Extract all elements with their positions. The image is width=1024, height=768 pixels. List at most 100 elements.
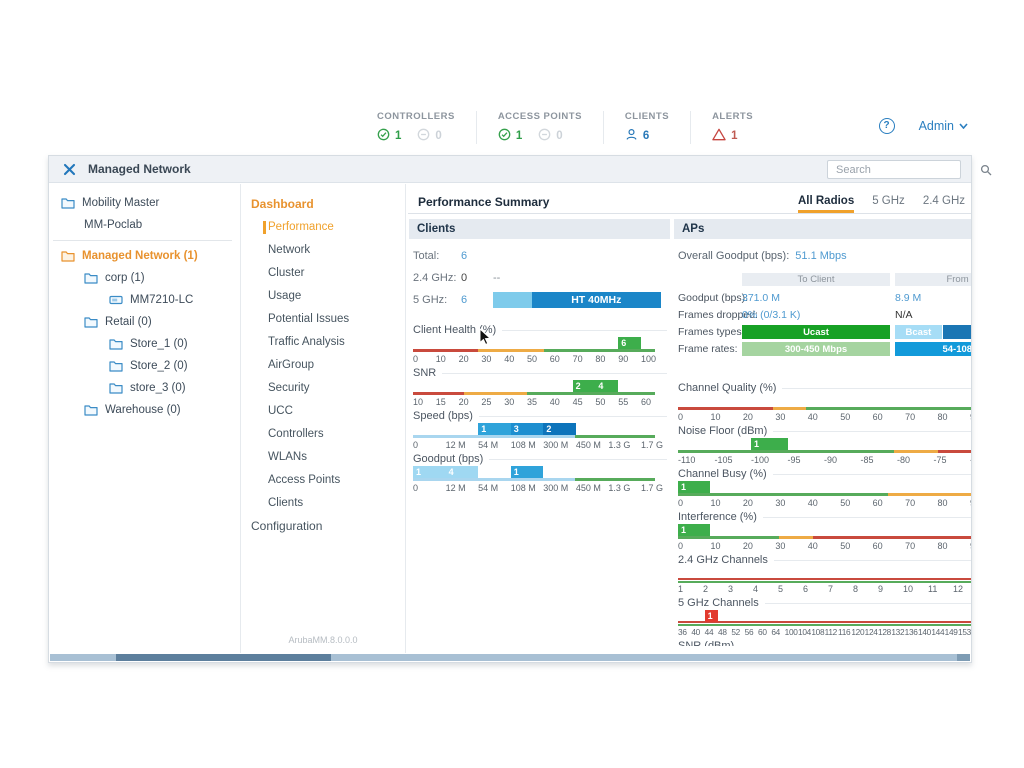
histogram-noise-floor-dbm: Noise Floor (dBm)1-110-105-100-95-90-85-… bbox=[678, 424, 971, 466]
histogram-bar: 1 bbox=[678, 481, 710, 493]
counter-value: 0 bbox=[556, 130, 562, 142]
histogram-title: SNR (dBm) bbox=[678, 640, 734, 646]
nav-item-security[interactable]: Security bbox=[241, 377, 405, 400]
band-usage-bar: HT 40MHz bbox=[493, 292, 661, 308]
main-panel: Performance Summary All Radios 5 GHz 2.4… bbox=[406, 184, 971, 653]
clients-row-5-ghz: 5 GHz:6HT 40MHz bbox=[413, 289, 670, 311]
histogram-title: Speed (bps) bbox=[413, 410, 473, 422]
nav-item-airgroup[interactable]: AirGroup bbox=[241, 354, 405, 377]
counter-label: CONTROLLERS bbox=[377, 111, 455, 122]
histogram-title: Channel Quality (%) bbox=[678, 382, 776, 394]
nav-item-network[interactable]: Network bbox=[241, 239, 405, 262]
tab-5ghz[interactable]: 5 GHz bbox=[872, 191, 905, 213]
counter-alerts[interactable]: ALERTS1 bbox=[690, 111, 774, 144]
axis-tick: 1.7 G bbox=[641, 440, 663, 450]
tab-24ghz[interactable]: 2.4 GHz bbox=[923, 191, 965, 213]
axis-tick: 35 bbox=[527, 397, 537, 407]
row-label: Frame rates: bbox=[678, 343, 742, 355]
axis-tick: 12 M bbox=[446, 440, 466, 450]
table-row-frames-types: Frames types:UcastBcastMcast bbox=[678, 325, 971, 339]
axis-tick: 0 bbox=[413, 440, 418, 450]
axis-tick: 50 bbox=[527, 354, 537, 364]
histogram-bar: 2 bbox=[573, 380, 596, 392]
tree-item-retail-0[interactable]: Retail (0) bbox=[49, 311, 240, 333]
axis-tick: 2 bbox=[703, 584, 708, 594]
axis-tick: 90 bbox=[970, 498, 971, 508]
counter-controllers[interactable]: CONTROLLERS10 bbox=[356, 111, 476, 144]
radio-tabs: All Radios 5 GHz 2.4 GHz bbox=[798, 191, 971, 213]
axis-tick: 48 bbox=[718, 627, 727, 637]
folder-icon bbox=[109, 360, 123, 372]
stat-bar-300-450-mbps: 300-450 Mbps bbox=[742, 342, 890, 356]
admin-menu[interactable]: Admin bbox=[919, 119, 968, 133]
band-segment: HT 40MHz bbox=[532, 292, 661, 308]
tree-item-store-1-0[interactable]: Store_1 (0) bbox=[49, 333, 240, 355]
axis-tick: -90 bbox=[824, 455, 837, 465]
histogram-interference: Interference (%)10102030405060708090 bbox=[678, 510, 971, 552]
tree-item-mm7210-lc[interactable]: MM7210-LC bbox=[49, 289, 240, 311]
tree-separator bbox=[53, 240, 232, 241]
close-icon[interactable] bbox=[63, 163, 76, 176]
nav-item-potential-issues[interactable]: Potential Issues bbox=[241, 308, 405, 331]
axis-tick: -70 bbox=[970, 455, 971, 465]
nav-item-clients[interactable]: Clients bbox=[241, 492, 405, 515]
row-label: Goodput (bps): bbox=[678, 292, 742, 304]
axis-line bbox=[413, 435, 655, 438]
nav-item-controllers[interactable]: Controllers bbox=[241, 423, 405, 446]
axis-tick: 56 bbox=[745, 627, 754, 637]
nav-item-ucc[interactable]: UCC bbox=[241, 400, 405, 423]
tree-item-corp-1[interactable]: corp (1) bbox=[49, 267, 240, 289]
band-segment bbox=[493, 292, 532, 308]
horizontal-scrollbar[interactable] bbox=[50, 654, 970, 661]
tree-item-mobility-master[interactable]: Mobility Master bbox=[49, 192, 240, 214]
axis-tick: 50 bbox=[840, 498, 850, 508]
axis-tick: 450 M bbox=[576, 483, 601, 493]
nav-item-performance[interactable]: Performance bbox=[241, 216, 405, 239]
histogram-bar: 4 bbox=[595, 380, 618, 392]
tree-item-store-3-0[interactable]: store_3 (0) bbox=[49, 377, 240, 399]
axis-tick: 1 bbox=[678, 584, 683, 594]
axis-tick: 54 M bbox=[478, 483, 498, 493]
nav-item-cluster[interactable]: Cluster bbox=[241, 262, 405, 285]
nav-item-traffic-analysis[interactable]: Traffic Analysis bbox=[241, 331, 405, 354]
ap-stats-table: To ClientFrom ClientGoodput (bps):371.0 … bbox=[678, 272, 971, 356]
search-input[interactable] bbox=[828, 162, 980, 177]
tree-item-warehouse-0[interactable]: Warehouse (0) bbox=[49, 399, 240, 421]
tree-item-label: Managed Network (1) bbox=[82, 250, 198, 262]
axis-line bbox=[413, 349, 655, 352]
axis-tick: -75 bbox=[934, 455, 947, 465]
axis-tick: 20 bbox=[743, 412, 753, 422]
axis-tick: 30 bbox=[775, 541, 785, 551]
clients-panel-header: Clients bbox=[409, 219, 670, 239]
scrollbar-thumb[interactable] bbox=[116, 654, 331, 661]
axis-tick: -85 bbox=[861, 455, 874, 465]
axis-tick: 108 M bbox=[511, 440, 536, 450]
tree-item-store-2-0[interactable]: Store_2 (0) bbox=[49, 355, 240, 377]
histogram-title: 5 GHz Channels bbox=[678, 597, 759, 609]
overall-goodput-value[interactable]: 51.1 Mbps bbox=[795, 250, 846, 262]
nav-item-access-points[interactable]: Access Points bbox=[241, 469, 405, 492]
tab-all-radios[interactable]: All Radios bbox=[798, 191, 854, 213]
tree-item-managed-network-1[interactable]: Managed Network (1) bbox=[49, 245, 240, 267]
hierarchy-tree: Mobility MasterMM-Poclab Managed Network … bbox=[49, 184, 241, 653]
nav-item-wlans[interactable]: WLANs bbox=[241, 446, 405, 469]
version-label: ArubaMM.8.0.0.0 bbox=[241, 635, 405, 645]
axis-tick: 0 bbox=[678, 498, 683, 508]
stat-bar-mcast: Mcast bbox=[943, 325, 971, 339]
tree-item-label: Retail (0) bbox=[105, 316, 152, 328]
axis-line bbox=[413, 392, 655, 395]
nav-item-usage[interactable]: Usage bbox=[241, 285, 405, 308]
axis-tick: 10 bbox=[413, 397, 423, 407]
counter-access-points[interactable]: ACCESS POINTS10 bbox=[476, 111, 603, 144]
search-icon[interactable] bbox=[980, 164, 992, 176]
axis-tick: 60 bbox=[758, 627, 767, 637]
folder-icon bbox=[84, 272, 98, 284]
tree-item-mm-poclab[interactable]: MM-Poclab bbox=[49, 214, 240, 236]
nav-item-dashboard[interactable]: Dashboard bbox=[241, 193, 405, 216]
axis-line bbox=[678, 578, 971, 583]
help-icon[interactable]: ? bbox=[879, 118, 895, 134]
axis-tick: 10 bbox=[436, 354, 446, 364]
nav-item-configuration[interactable]: Configuration bbox=[241, 515, 405, 538]
counter-clients[interactable]: CLIENTS6 bbox=[603, 111, 690, 144]
header-counters: CONTROLLERS10ACCESS POINTS10CLIENTS6ALER… bbox=[356, 111, 774, 144]
